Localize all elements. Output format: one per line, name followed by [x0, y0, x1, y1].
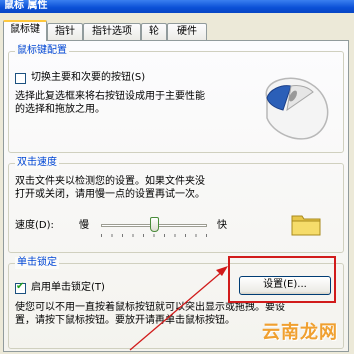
mouse-illustration-icon — [265, 77, 329, 140]
enable-click-lock-label[interactable]: 启用单击锁定(T) — [31, 282, 105, 294]
tab-hardware[interactable]: 硬件 — [167, 23, 207, 40]
switch-buttons-checkbox[interactable] — [15, 73, 26, 84]
button-config-description-1: 选择此复选框来将右按钮设成用于主要性能 — [15, 91, 205, 102]
fast-label: 快 — [217, 220, 227, 231]
settings-highlight-box — [228, 256, 336, 303]
tab-pointers[interactable]: 指针 — [47, 23, 83, 40]
tab-pointer-options[interactable]: 指针选项 — [83, 23, 141, 40]
checkmark-icon: ✔ — [16, 281, 25, 292]
button-config-title: 鼠标键配置 — [15, 45, 69, 57]
double-click-description-2: 打开或关闭，请用慢一点的设置再试一次。 — [15, 189, 205, 200]
double-click-title: 双击速度 — [15, 157, 59, 169]
switch-buttons-label[interactable]: 切换主要和次要的按钮(S) — [31, 72, 145, 84]
click-lock-title: 单击锁定 — [15, 257, 59, 269]
window-title: 鼠标 属性 — [4, 0, 48, 11]
slider-thumb[interactable] — [149, 217, 159, 232]
tab-wheel[interactable]: 轮 — [141, 23, 167, 40]
title-bar: 鼠标 属性 — [0, 0, 354, 13]
speed-label: 速度(D): — [15, 220, 54, 231]
test-folder-icon[interactable] — [291, 212, 321, 236]
slider-ticks — [101, 234, 207, 237]
button-config-group: 鼠标键配置 切换主要和次要的按钮(S) 选择此复选框来将右按钮设成用于主要性能 … — [8, 45, 344, 153]
slow-label: 慢 — [79, 220, 89, 231]
double-click-group: 双击速度 双击文件夹以检测您的设置。如果文件夹没 打开或关闭，请用慢一点的设置再… — [8, 157, 344, 253]
speed-slider[interactable] — [101, 214, 207, 240]
watermark-logo: 云南龙网 — [262, 322, 338, 343]
annotation-arrow-icon — [129, 266, 228, 351]
double-click-description-1: 双击文件夹以检测您的设置。如果文件夹没 — [15, 176, 205, 187]
tab-buttons[interactable]: 鼠标键 — [3, 20, 47, 41]
button-config-description-2: 的选择和拖放之用。 — [15, 104, 105, 115]
mouse-properties-window: 鼠标 属性 鼠标键 指针 指针选项 轮 硬件 鼠标键配置 切换主要和次要的按钮(… — [0, 0, 354, 354]
enable-click-lock-checkbox[interactable]: ✔ — [15, 281, 26, 294]
